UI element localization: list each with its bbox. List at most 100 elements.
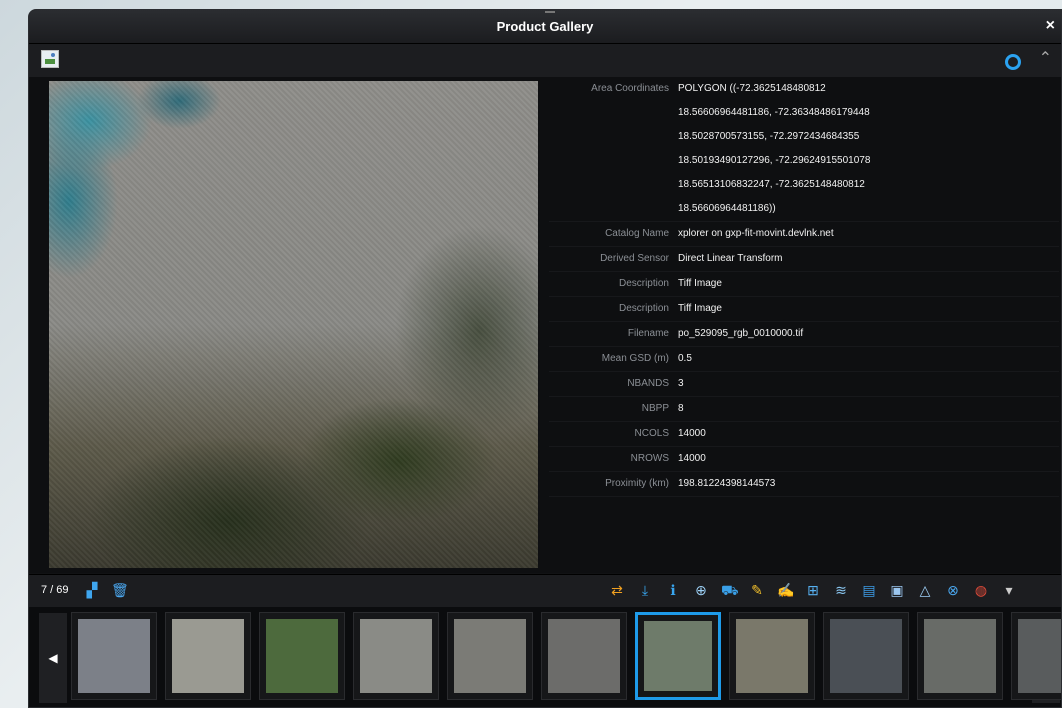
- thumbnail-image: [736, 619, 808, 693]
- metadata-value-line: 14000: [678, 428, 706, 439]
- metadata-row: Derived Sensor Direct Linear Transform: [549, 247, 1059, 272]
- thumbnail-image: [644, 621, 712, 691]
- metadata-value-line: 18.5028700573155, -72.2972434684355: [678, 131, 860, 142]
- metadata-key: Area Coordinates: [591, 83, 669, 94]
- image-icon[interactable]: [41, 50, 59, 68]
- main-panel: Area Coordinates POLYGON ((-72.3625148480…: [29, 77, 1061, 573]
- metadata-value: 3: [678, 372, 684, 396]
- thumbnail-image: [830, 619, 902, 693]
- metadata-key: Filename: [627, 328, 669, 339]
- metadata-row: Mean GSD (m) 0.5: [549, 347, 1059, 372]
- metadata-value: 8: [678, 397, 684, 421]
- metadata-value: POLYGON ((-72.3625148480812 18.5660696448…: [678, 77, 870, 221]
- thumbnail[interactable]: [635, 612, 721, 700]
- thumbnail-image: [78, 619, 150, 693]
- edit-document-icon[interactable]: ✍: [777, 582, 794, 598]
- metadata-row: NROWS 14000: [549, 447, 1059, 472]
- layers-icon[interactable]: ≋: [833, 582, 849, 598]
- metadata-key: Derived Sensor: [600, 253, 669, 264]
- satellite-image-preview[interactable]: [49, 81, 538, 568]
- thumbnail[interactable]: [541, 612, 627, 700]
- metadata-value-line: Tiff Image: [678, 278, 722, 289]
- collapse-icon[interactable]: ⌃: [1039, 49, 1052, 69]
- cart-icon[interactable]: ⛟: [721, 582, 739, 598]
- metadata-value-line: 3: [678, 378, 684, 389]
- metadata-value-line: 18.56606964481186)): [678, 203, 776, 214]
- thumbnail[interactable]: [165, 612, 251, 700]
- thumbnail[interactable]: [259, 612, 345, 700]
- metadata-row: Proximity (km) 198.81224398144573: [549, 472, 1059, 497]
- info-icon[interactable]: ℹ: [665, 582, 681, 598]
- metadata-value-line: 198.81224398144573: [678, 478, 776, 489]
- metadata-value-line: 14000: [678, 453, 706, 464]
- kml-icon[interactable]: ◍: [973, 582, 989, 598]
- photos-icon[interactable]: ▣: [889, 582, 905, 598]
- prev-button[interactable]: ◀: [39, 613, 67, 703]
- metadata-key: Description: [618, 278, 669, 289]
- bookmark-icon[interactable]: ▤: [861, 582, 877, 598]
- product-gallery-window: Product Gallery × ⌃ Area Coordinates POLY…: [28, 9, 1062, 708]
- metadata-value-line: 8: [678, 403, 684, 414]
- metadata-value-line: po_529095_rgb_0010000.tif: [678, 328, 804, 339]
- metadata-table: Area Coordinates POLYGON ((-72.3625148480…: [549, 77, 1059, 497]
- thumbnail-image: [924, 619, 996, 693]
- metadata-row: Description Tiff Image: [549, 272, 1059, 297]
- metadata-value-line: 0.5: [678, 353, 692, 364]
- download-icon[interactable]: ⤓: [637, 582, 653, 598]
- thumbnail[interactable]: [71, 612, 157, 700]
- metadata-value: Tiff Image: [678, 297, 722, 321]
- metadata-key: NROWS: [630, 453, 669, 464]
- globe-icon[interactable]: ⊕: [693, 582, 709, 598]
- metadata-value: po_529095_rgb_0010000.tif: [678, 322, 803, 346]
- loading-ring-icon: [1005, 54, 1021, 70]
- metadata-row: Filename po_529095_rgb_0010000.tif: [549, 322, 1059, 347]
- thumbnail-image: [1018, 619, 1061, 693]
- drag-grip-icon[interactable]: [545, 11, 555, 13]
- metadata-value-line: 18.50193490127296, -72.29624915501078: [678, 155, 871, 166]
- metadata-key: Mean GSD (m): [601, 353, 669, 364]
- thumbnail[interactable]: [353, 612, 439, 700]
- bottom-toolbar: 7 / 69 ▞ 🗑 ⇄ ⤓ ℹ ⊕ ⛟ ✎ ✍ ⊞ ≋ ▤ ▣ △ ⊗ ◍ ▾: [29, 574, 1061, 608]
- metadata-value-line: 18.56606964481186, -72.36348486179448: [678, 107, 870, 118]
- metadata-key: Description: [618, 303, 669, 314]
- title-bar[interactable]: Product Gallery ×: [29, 10, 1061, 44]
- metadata-value: 14000: [678, 447, 706, 471]
- metadata-value: 14000: [678, 422, 706, 446]
- thumbnail[interactable]: [917, 612, 1003, 700]
- thumbnail-image: [172, 619, 244, 693]
- metadata-key: Catalog Name: [605, 228, 669, 239]
- metadata-row: Catalog Name xplorer on gxp-fit-movint.de…: [549, 222, 1059, 247]
- thumbnail[interactable]: [1011, 612, 1061, 700]
- top-toolbar: ⌃: [29, 44, 1061, 78]
- pencil-icon[interactable]: ✎: [749, 582, 765, 598]
- metadata-value-line: 18.56513106832247, -72.3625148480812: [678, 179, 865, 190]
- add-layer-icon[interactable]: ⊞: [805, 582, 821, 598]
- metadata-value: Direct Linear Transform: [678, 247, 782, 271]
- metadata-value-line: Direct Linear Transform: [678, 253, 783, 264]
- select-icon[interactable]: ▞: [84, 582, 100, 598]
- thumbnail-image: [548, 619, 620, 693]
- triangle-icon[interactable]: △: [917, 582, 933, 598]
- metadata-value-line: POLYGON ((-72.3625148480812: [678, 83, 826, 94]
- swap-icon[interactable]: ⇄: [609, 582, 625, 598]
- metadata-value-line: Tiff Image: [678, 303, 722, 314]
- page-counter: 7 / 69: [41, 584, 69, 596]
- metadata-key: Proximity (km): [605, 478, 669, 489]
- metadata-row: Area Coordinates POLYGON ((-72.3625148480…: [549, 77, 1059, 222]
- thumbnail[interactable]: [729, 612, 815, 700]
- thumbnail[interactable]: [823, 612, 909, 700]
- link-remove-icon[interactable]: ⊗: [945, 582, 961, 598]
- close-icon[interactable]: ×: [1046, 18, 1055, 34]
- more-icon[interactable]: ▾: [1001, 582, 1017, 598]
- thumbnail-image: [454, 619, 526, 693]
- metadata-value: xplorer on gxp-fit-movint.devlnk.net: [678, 222, 834, 246]
- trash-icon[interactable]: 🗑: [111, 582, 129, 598]
- thumbnail-strip: ◀ ▶: [29, 607, 1061, 707]
- metadata-key: NBANDS: [627, 378, 669, 389]
- thumbnail-image: [360, 619, 432, 693]
- metadata-value-line: xplorer on gxp-fit-movint.devlnk.net: [678, 228, 834, 239]
- metadata-row: NCOLS 14000: [549, 422, 1059, 447]
- thumbnail[interactable]: [447, 612, 533, 700]
- window-title: Product Gallery: [496, 19, 594, 34]
- metadata-key: NBPP: [641, 403, 669, 414]
